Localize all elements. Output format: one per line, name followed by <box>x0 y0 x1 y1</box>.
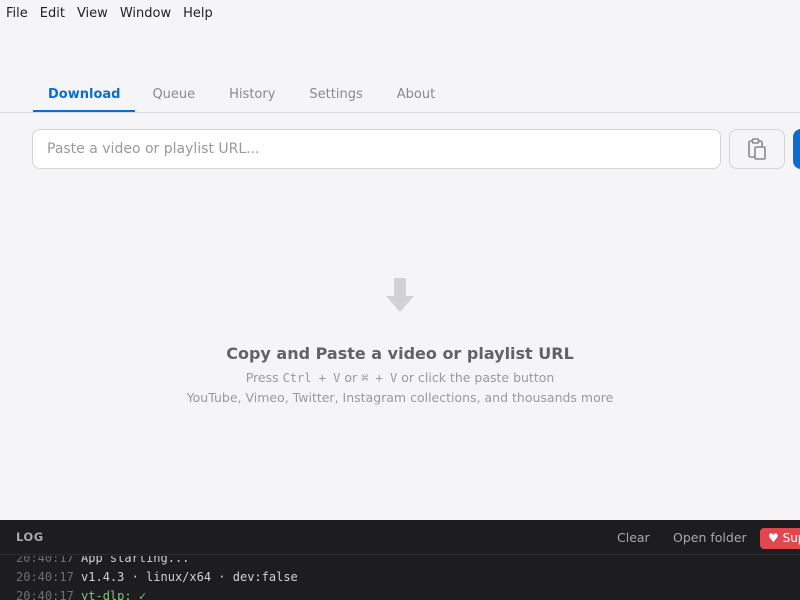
menu-view[interactable]: View <box>71 0 114 27</box>
log-time: 20:40:17 <box>16 570 74 584</box>
empty-state-subtitle: YouTube, Vimeo, Twitter, Instagram colle… <box>186 390 614 405</box>
support-button[interactable]: ♥ Support <box>760 528 800 549</box>
log-line: 20:40:17 App starting... <box>16 556 298 568</box>
empty-state-hint: Press Ctrl + V or ⌘ + V or click the pas… <box>0 368 800 388</box>
menu-window[interactable]: Window <box>114 0 177 27</box>
log-open-folder-button[interactable]: Open folder <box>673 530 747 545</box>
url-input[interactable] <box>32 129 721 169</box>
menu-bar: File Edit View Window Help <box>0 0 800 27</box>
log-header: LOG Clear Open folder ♥ Support <box>0 520 800 555</box>
empty-state: Copy and Paste a video or playlist URL P… <box>0 272 800 407</box>
hint-shortcut-cmd: ⌘ + V <box>361 371 398 385</box>
clipboard-icon <box>748 138 766 160</box>
log-time: 20:40:17 <box>16 589 74 600</box>
tab-history[interactable]: History <box>212 80 292 113</box>
log-line: 20:40:17 yt-dlp: ✓ <box>16 587 298 600</box>
log-line: 20:40:17 v1.4.3 · linux/x64 · dev:false <box>16 568 298 587</box>
log-time: 20:40:17 <box>16 556 74 565</box>
log-body[interactable]: 20:40:17 App starting... 20:40:17 v1.4.3… <box>0 556 800 600</box>
download-button[interactable] <box>793 129 800 169</box>
log-clear-button[interactable]: Clear <box>617 530 650 545</box>
empty-state-title: Copy and Paste a video or playlist URL <box>226 344 574 363</box>
menu-file[interactable]: File <box>0 0 34 27</box>
log-panel: LOG Clear Open folder ♥ Support 20:40:17… <box>0 520 800 600</box>
arrow-down-icon <box>386 278 414 312</box>
tabs-divider <box>0 112 800 113</box>
tab-queue[interactable]: Queue <box>135 80 212 113</box>
tab-about[interactable]: About <box>380 80 452 113</box>
hint-tail: or click the paste button <box>401 370 555 385</box>
log-message: v1.4.3 · linux/x64 · dev:false <box>81 570 298 584</box>
menu-help[interactable]: Help <box>177 0 219 27</box>
paste-button[interactable] <box>729 129 785 169</box>
hint-or: or <box>344 370 358 385</box>
log-message: yt-dlp: ✓ <box>81 589 147 600</box>
hint-press: Press <box>245 370 279 385</box>
log-title: LOG <box>16 530 44 544</box>
hint-shortcut-ctrl: Ctrl + V <box>282 371 341 385</box>
menu-edit[interactable]: Edit <box>34 0 71 27</box>
tab-download[interactable]: Download <box>33 80 136 113</box>
log-message: App starting... <box>81 556 190 565</box>
tab-bar: Download Queue History Settings About <box>33 80 452 113</box>
tab-settings[interactable]: Settings <box>292 80 379 113</box>
